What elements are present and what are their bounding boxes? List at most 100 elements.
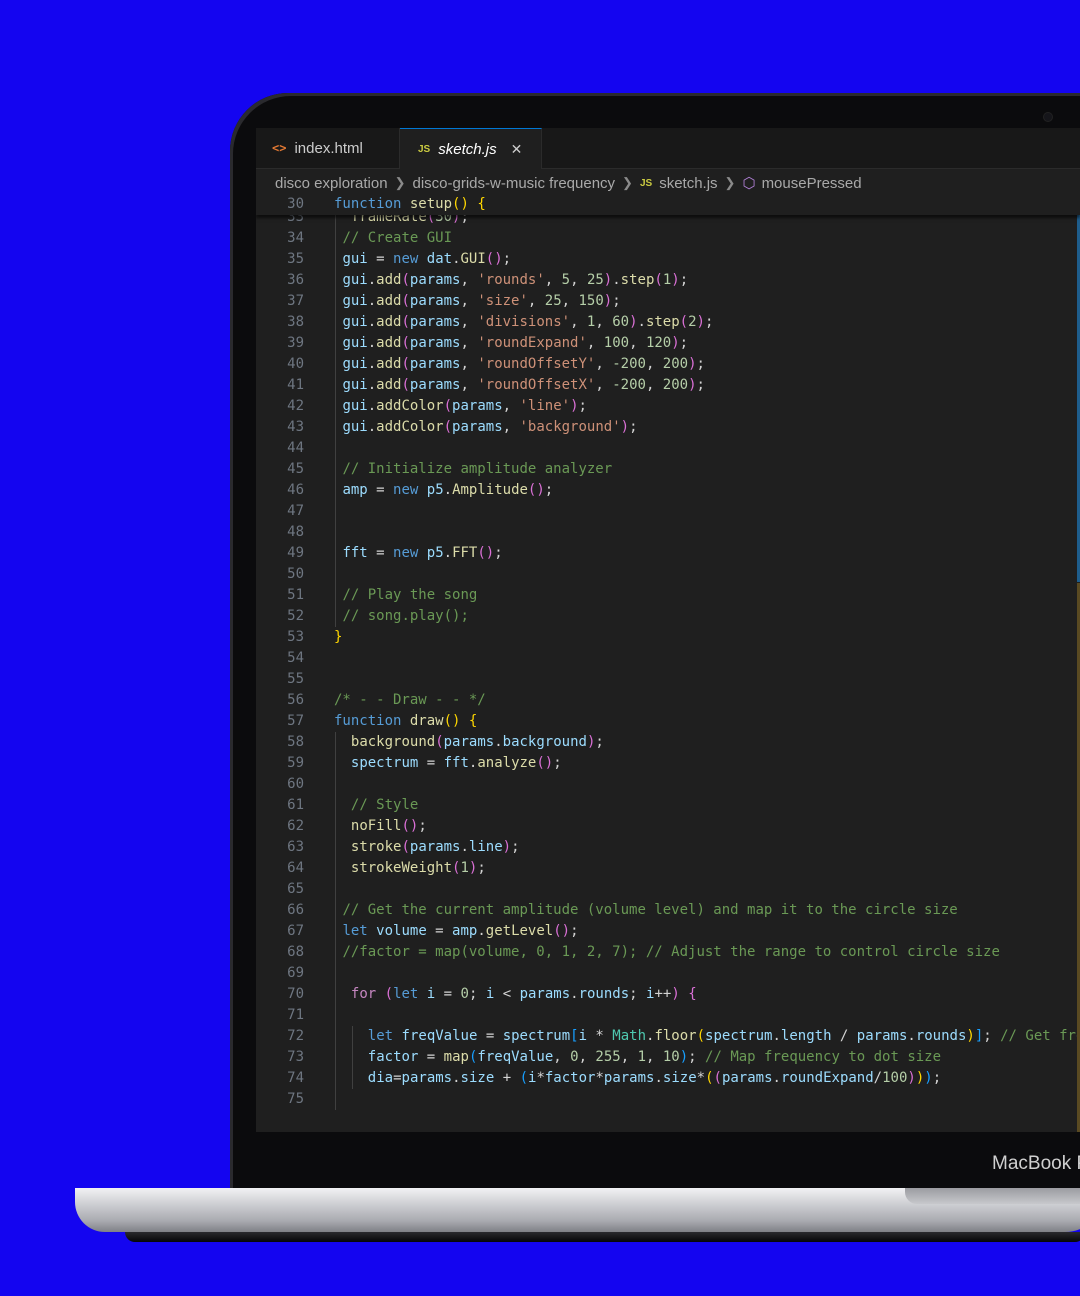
code-line[interactable]: 75 <box>256 1089 1080 1110</box>
code-line[interactable]: 62 noFill(); <box>256 816 1080 837</box>
code-line[interactable]: 37 gui.add(params, 'size', 25, 150); <box>256 291 1080 312</box>
code-line[interactable]: 41 gui.add(params, 'roundOffsetX', -200, … <box>256 375 1080 396</box>
code-token: ( <box>696 1028 706 1044</box>
code-line[interactable]: 59 spectrum = fft.analyze(); <box>256 753 1080 774</box>
code-line[interactable]: 71 <box>256 1005 1080 1026</box>
code-token: fft <box>443 755 469 771</box>
code-line[interactable]: 57 function draw() { <box>256 711 1080 732</box>
code-line[interactable]: 52 // song.play(); <box>256 606 1080 627</box>
code-line[interactable]: 73 factor = map(freqValue, 0, 255, 1, 10)… <box>256 1047 1080 1068</box>
code-token: / <box>831 1028 857 1044</box>
code-token: spectrum <box>502 1028 571 1044</box>
code-token: ( <box>435 734 444 750</box>
code-token: gui <box>342 419 368 435</box>
code-token: , <box>629 335 646 351</box>
line-number: 72 <box>287 1028 304 1044</box>
code-editor[interactable]: 30function setup() { 32angleMode(DEGREES… <box>256 195 1080 1132</box>
code-token: new <box>393 251 419 267</box>
line-code: strokeWeight(1); <box>351 858 486 879</box>
line-code: gui.add(params, 'roundOffsetY', -200, 20… <box>342 354 705 375</box>
line-number: 75 <box>287 1091 304 1107</box>
code-token: 25 <box>586 272 604 288</box>
indent-guide <box>351 1047 353 1068</box>
code-token: map <box>443 1049 469 1065</box>
code-line[interactable]: 64 strokeWeight(1); <box>256 858 1080 879</box>
code-line[interactable]: 49 fft = new p5.FFT(); <box>256 543 1080 564</box>
indent-guide <box>335 438 336 459</box>
code-line[interactable]: 36 gui.add(params, 'rounds', 5, 25).step(… <box>256 270 1080 291</box>
code-line[interactable]: 43 gui.addColor(params, 'background'); <box>256 417 1080 438</box>
tab-sketch-js[interactable]: JS sketch.js ✕ <box>400 128 542 169</box>
code-token: . <box>367 377 377 393</box>
code-line[interactable]: 68 //factor = map(volume, 0, 1, 2, 7); //… <box>256 942 1080 963</box>
code-line[interactable]: 60 <box>256 774 1080 795</box>
code-line[interactable]: 42 gui.addColor(params, 'line'); <box>256 396 1080 417</box>
code-line[interactable]: 30 function setup() { <box>256 195 1080 215</box>
code-token: ; <box>468 986 486 1002</box>
camera-icon <box>1044 113 1052 121</box>
code-token: i <box>426 986 436 1002</box>
code-line[interactable]: 40 gui.add(params, 'roundOffsetY', -200, … <box>256 354 1080 375</box>
code-line[interactable]: 55 <box>256 669 1080 690</box>
code-token: , <box>553 1049 571 1065</box>
code-line[interactable]: 47 <box>256 501 1080 522</box>
code-token: factor <box>367 1049 419 1065</box>
code-line[interactable]: 70 for (let i = 0; i < params.rounds; i++… <box>256 984 1080 1005</box>
breadcrumb-item[interactable]: disco exploration <box>275 175 388 192</box>
code-token: roundExpand <box>780 1070 874 1086</box>
code-line[interactable]: 72 let freqValue = spectrum[i * Math.floo… <box>256 1026 1080 1047</box>
breadcrumb-item[interactable]: disco-grids-w-music frequency <box>412 175 615 192</box>
code-line[interactable]: 54 <box>256 648 1080 669</box>
indent-guide <box>335 858 336 879</box>
code-line[interactable]: 74 dia=params.size + (i*factor*params.siz… <box>256 1068 1080 1089</box>
line-code: // Play the song <box>342 585 477 606</box>
code-line[interactable]: 51 // Play the song <box>256 585 1080 606</box>
line-number: 60 <box>287 776 304 792</box>
code-token: 200 <box>662 356 689 372</box>
code-line[interactable]: 69 <box>256 963 1080 984</box>
code-token: ) <box>620 419 630 435</box>
code-token: 5 <box>561 272 571 288</box>
code-line[interactable]: 48 <box>256 522 1080 543</box>
indent-guide <box>335 774 336 795</box>
line-code: gui.add(params, 'size', 25, 150); <box>342 291 620 312</box>
code-token: ( <box>401 356 410 372</box>
code-token: = <box>367 251 394 267</box>
code-line[interactable]: 45 // Initialize amplitude analyzer <box>256 459 1080 480</box>
code-line[interactable]: 63 stroke(params.line); <box>256 837 1080 858</box>
code-line[interactable]: 61 // Style <box>256 795 1080 816</box>
line-number: 74 <box>287 1070 304 1086</box>
code-line[interactable]: 46 amp = new p5.Amplitude(); <box>256 480 1080 501</box>
code-token: 1 <box>460 860 469 876</box>
code-token: getLevel <box>485 923 554 939</box>
tab-index-html[interactable]: <> index.html <box>256 128 400 168</box>
code-token: = <box>418 755 444 771</box>
code-token: = <box>367 545 394 561</box>
code-line[interactable]: 67 let volume = amp.getLevel(); <box>256 921 1080 942</box>
line-code: spectrum = fft.analyze(); <box>351 753 562 774</box>
code-line[interactable]: 35 gui = new dat.GUI(); <box>256 249 1080 270</box>
code-line[interactable]: 53} <box>256 627 1080 648</box>
code-token: /* - - Draw - - */ <box>334 692 486 708</box>
line-code: gui.add(params, 'divisions', 1, 60).step… <box>342 312 713 333</box>
code-token: . <box>452 251 461 267</box>
code-line[interactable]: 65 <box>256 879 1080 900</box>
sticky-scroll-header[interactable]: 30 function setup() { <box>256 195 1080 215</box>
code-line[interactable]: 39 gui.add(params, 'roundExpand', 100, 12… <box>256 333 1080 354</box>
code-line[interactable]: 58 background(params.background); <box>256 732 1080 753</box>
code-line[interactable]: 50 <box>256 564 1080 585</box>
breadcrumb-file[interactable]: sketch.js <box>659 175 717 192</box>
code-token: ( <box>401 293 410 309</box>
code-line[interactable]: 38 gui.add(params, 'divisions', 1, 60).st… <box>256 312 1080 333</box>
close-icon[interactable]: ✕ <box>511 141 523 158</box>
indent-guide <box>335 1047 336 1068</box>
code-line[interactable]: 66 // Get the current amplitude (volume l… <box>256 900 1080 921</box>
code-line[interactable]: 56 /* - - Draw - - */ <box>256 690 1080 711</box>
code-token: -200 <box>612 356 646 372</box>
code-line[interactable]: 44 <box>256 438 1080 459</box>
line-number: 53 <box>287 629 304 645</box>
breadcrumb-symbol[interactable]: mousePressed <box>762 175 862 192</box>
indent-guide <box>335 795 336 816</box>
line-code: stroke(params.line); <box>351 837 520 858</box>
code-line[interactable]: 34 // Create GUI <box>256 228 1080 249</box>
